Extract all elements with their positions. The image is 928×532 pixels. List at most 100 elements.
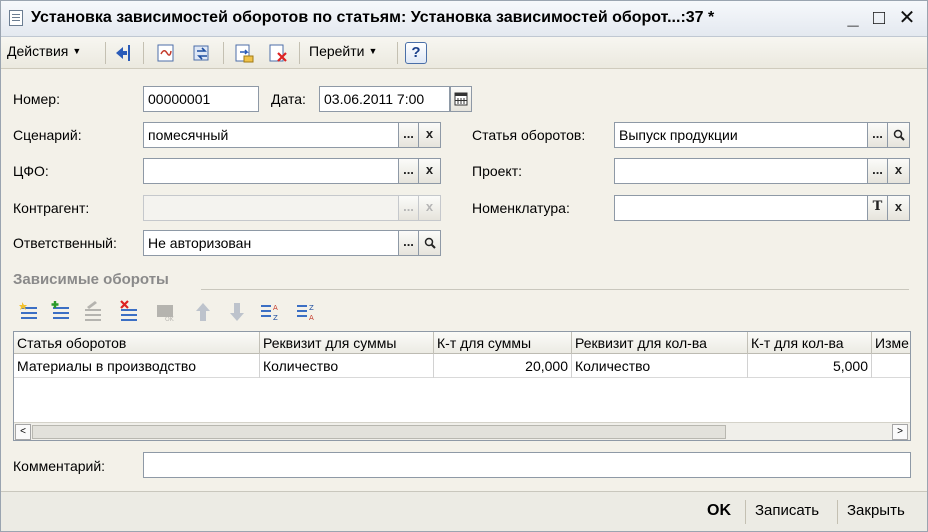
help-button[interactable]: ? (405, 42, 427, 64)
title-bar: Установка зависимостей оборотов по стать… (1, 1, 927, 37)
number-input[interactable]: 00000001 (143, 86, 259, 112)
dropdown-arrow-icon: ▼ (368, 46, 378, 56)
turnover-item-label: Статья оборотов: (472, 127, 586, 143)
number-label: Номер: (13, 91, 60, 107)
turnover-item-open-button[interactable] (888, 122, 910, 148)
project-input[interactable] (614, 158, 868, 184)
svg-text:Z: Z (273, 314, 278, 322)
project-clear-button[interactable]: x (888, 158, 910, 184)
back-arrow-icon[interactable] (113, 42, 135, 64)
close-window-button[interactable]: ✕ (895, 6, 919, 30)
column-header[interactable]: Изме (872, 332, 910, 354)
cfo-input[interactable] (143, 158, 399, 184)
cfo-select-button[interactable]: ... (399, 158, 419, 184)
calendar-button[interactable] (450, 86, 472, 112)
svg-text:Z: Z (309, 304, 314, 312)
table-cell[interactable] (872, 354, 910, 378)
nomenclature-type-button[interactable]: T (868, 195, 888, 221)
delete-row-icon[interactable] (120, 300, 137, 321)
minimize-button[interactable]: _ (841, 6, 865, 30)
goto-menu-label: Перейти (309, 43, 365, 59)
dependent-turnovers-table: Статья оборотов Реквизит для суммы К-т д… (13, 331, 911, 441)
move-down-icon[interactable] (230, 303, 244, 321)
table-cell[interactable]: Количество (260, 354, 434, 378)
post-document-icon[interactable] (155, 42, 177, 64)
project-select-button[interactable]: ... (868, 158, 888, 184)
table-cell[interactable]: 5,000 (748, 354, 872, 378)
column-header[interactable]: Статья оборотов (14, 332, 260, 354)
turnover-item-input[interactable]: Выпуск продукции (614, 122, 868, 148)
responsible-label: Ответственный: (13, 235, 117, 251)
svg-text:A: A (309, 314, 314, 322)
end-edit-icon[interactable]: OK (157, 305, 175, 323)
toolbar-separator (105, 42, 106, 64)
dropdown-arrow-icon: ▼ (72, 46, 82, 56)
nomenclature-clear-button[interactable]: x (888, 195, 910, 221)
actions-menu[interactable]: Действия ▼ (7, 43, 81, 59)
counterparty-clear-button: x (419, 195, 441, 221)
cfo-clear-button[interactable]: x (419, 158, 441, 184)
counterparty-select-button: ... (399, 195, 419, 221)
comment-label: Комментарий: (13, 458, 106, 474)
comment-input[interactable] (143, 452, 911, 478)
move-up-icon[interactable] (196, 303, 210, 321)
calendar-icon (454, 92, 468, 106)
bottom-button-bar: OK Записать Закрыть (1, 491, 927, 531)
table-header: Статья оборотов Реквизит для суммы К-т д… (14, 332, 910, 354)
scrollbar-thumb[interactable] (32, 425, 726, 439)
section-divider (201, 289, 909, 290)
table-cell[interactable]: 20,000 (434, 354, 572, 378)
table-cell[interactable]: Материалы в производство (14, 354, 260, 378)
document-window: Установка зависимостей оборотов по стать… (0, 0, 928, 532)
responsible-select-button[interactable]: ... (399, 230, 419, 256)
column-header[interactable]: К-т для кол-ва (748, 332, 872, 354)
sort-descending-icon[interactable]: Z A (297, 304, 314, 322)
scenario-label: Сценарий: (13, 127, 82, 143)
close-button[interactable]: Закрыть (847, 502, 905, 519)
table-cell[interactable]: Количество (572, 354, 748, 378)
window-title: Установка зависимостей оборотов по стать… (31, 9, 715, 26)
toolbar: Действия ▼ Перейти ▼ ? (1, 37, 927, 69)
save-button[interactable]: Записать (755, 502, 819, 519)
maximize-button[interactable]: □ (867, 6, 891, 30)
counterparty-input (143, 195, 399, 221)
document-info-icon[interactable] (233, 42, 255, 64)
edit-row-icon[interactable] (85, 301, 101, 321)
goto-menu[interactable]: Перейти ▼ (309, 43, 377, 59)
column-header[interactable]: К-т для суммы (434, 332, 572, 354)
sort-ascending-icon[interactable]: A Z (261, 304, 278, 322)
magnifier-icon (893, 129, 905, 141)
actions-menu-label: Действия (7, 43, 69, 59)
scenario-input[interactable]: помесячный (143, 122, 399, 148)
date-input[interactable]: 03.06.2011 7:00 (319, 86, 450, 112)
horizontal-scrollbar[interactable]: < > (14, 422, 910, 440)
dependent-turnovers-title: Зависимые обороты (13, 271, 169, 288)
responsible-open-button[interactable] (419, 230, 441, 256)
toolbar-separator (143, 42, 144, 64)
counterparty-label: Контрагент: (13, 200, 90, 216)
project-label: Проект: (472, 163, 523, 179)
add-row-icon[interactable] (19, 302, 37, 319)
nomenclature-input[interactable] (614, 195, 868, 221)
date-label: Дата: (271, 91, 306, 107)
nomenclature-label: Номенклатура: (472, 200, 570, 216)
transfer-icon[interactable] (191, 42, 213, 64)
responsible-input[interactable]: Не авторизован (143, 230, 399, 256)
ok-button[interactable]: OK (707, 502, 731, 520)
toolbar-separator (223, 42, 224, 64)
table-toolbar: OK A Z Z A (19, 300, 314, 323)
svg-text:OK: OK (165, 316, 175, 323)
button-separator (745, 500, 746, 524)
table-row[interactable]: Материалы в производство Количество 20,0… (14, 354, 910, 378)
delete-document-icon[interactable] (267, 42, 289, 64)
document-icon (9, 10, 23, 26)
copy-row-icon[interactable] (51, 301, 70, 319)
column-header[interactable]: Реквизит для суммы (260, 332, 434, 354)
scenario-select-button[interactable]: ... (399, 122, 419, 148)
column-header[interactable]: Реквизит для кол-ва (572, 332, 748, 354)
scroll-right-button[interactable]: > (892, 424, 908, 440)
cfo-label: ЦФО: (13, 163, 49, 179)
scroll-left-button[interactable]: < (15, 424, 31, 440)
turnover-item-select-button[interactable]: ... (868, 122, 888, 148)
scenario-clear-button[interactable]: x (419, 122, 441, 148)
